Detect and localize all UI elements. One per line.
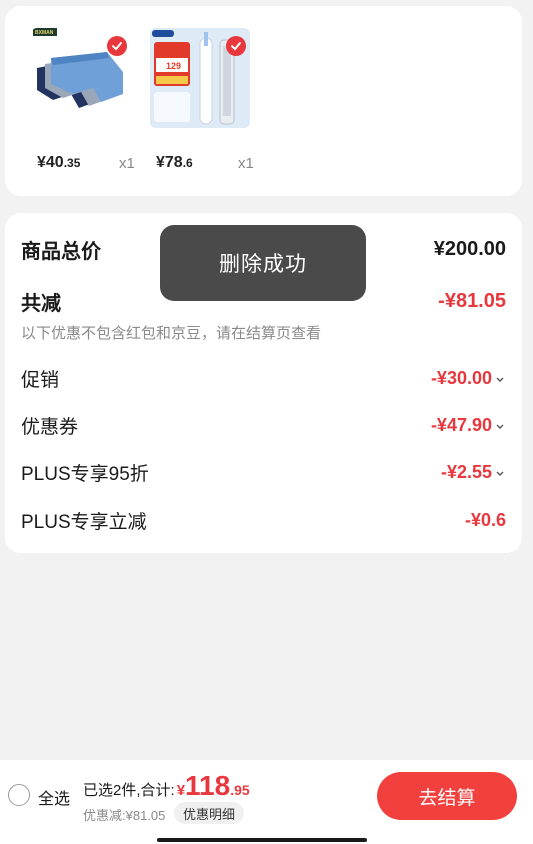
product-item[interactable]: BXMAN ¥40.35 x1 — [31, 28, 135, 172]
discount-label: PLUS专享95折 — [21, 464, 149, 485]
product-price: ¥78.6 — [156, 154, 193, 171]
check-circle-icon[interactable] — [226, 36, 246, 56]
home-indicator — [157, 838, 367, 842]
total-label: 商品总价 — [21, 241, 101, 263]
total-integer: 118 — [185, 770, 231, 801]
watermark: zhizhizhi.com — [390, 823, 488, 839]
checkout-bar: 全选 已选2件,合计: ¥ 118 .95 优惠减:¥81.05 优惠明细 去结… — [0, 760, 533, 844]
chevron-down-icon — [496, 377, 504, 382]
cart-products-card: BXMAN ¥40.35 x1 129 ¥78.6 x1 — [5, 6, 522, 196]
discount-label: 促销 — [21, 370, 60, 391]
checkout-button[interactable]: 去结算 — [377, 772, 517, 820]
select-all-label[interactable]: 全选 — [38, 785, 70, 809]
chevron-down-icon — [496, 424, 504, 429]
discount-row-coupon[interactable]: 优惠券 -¥47.90 — [21, 412, 506, 439]
currency-symbol: ¥ — [176, 782, 186, 799]
product-price: ¥40.35 — [37, 154, 81, 171]
reduce-value: -¥81.05 — [438, 290, 506, 312]
discount-row-promotion[interactable]: 促销 -¥30.00 — [21, 365, 506, 392]
promo-price-text: 129 — [166, 61, 181, 71]
discount-detail-button[interactable]: 优惠明细 — [174, 802, 245, 824]
brand-logo-text: BXMAN — [35, 30, 54, 36]
discount-label: 优惠券 — [21, 417, 79, 438]
total-value: ¥200.00 — [433, 238, 506, 260]
total-decimal: .95 — [230, 782, 250, 798]
chevron-down-icon — [496, 471, 504, 476]
discount-value: -¥2.55 — [441, 462, 506, 483]
selected-count: 已选2件,合计: — [83, 782, 175, 799]
radio-unchecked-icon[interactable] — [8, 784, 30, 806]
reduce-label: 共减 — [21, 293, 61, 315]
check-circle-icon[interactable] — [107, 36, 127, 56]
total-summary: 已选2件,合计: ¥ 118 .95 — [83, 770, 250, 802]
discount-row-plus-95[interactable]: PLUS专享95折 -¥2.55 — [21, 459, 506, 486]
discount-row-plus-reduce: PLUS专享立减 -¥0.6 — [21, 507, 506, 534]
product-item[interactable]: 129 ¥78.6 x1 — [150, 28, 254, 172]
product-quantity: x1 — [238, 155, 254, 172]
discount-label: PLUS专享立减 — [21, 512, 147, 533]
product-quantity: x1 — [119, 155, 135, 172]
product-image[interactable]: 129 — [150, 28, 250, 128]
discount-total: 优惠减:¥81.05 — [83, 808, 166, 823]
discount-value: -¥30.00 — [431, 368, 506, 389]
toast-message: 删除成功 — [160, 225, 366, 301]
discount-note: 以下优惠不包含红包和京豆，请在结算页查看 — [21, 325, 322, 342]
product-image[interactable]: BXMAN — [31, 28, 131, 128]
discount-value: -¥0.6 — [464, 510, 506, 530]
discount-value: -¥47.90 — [431, 415, 506, 436]
